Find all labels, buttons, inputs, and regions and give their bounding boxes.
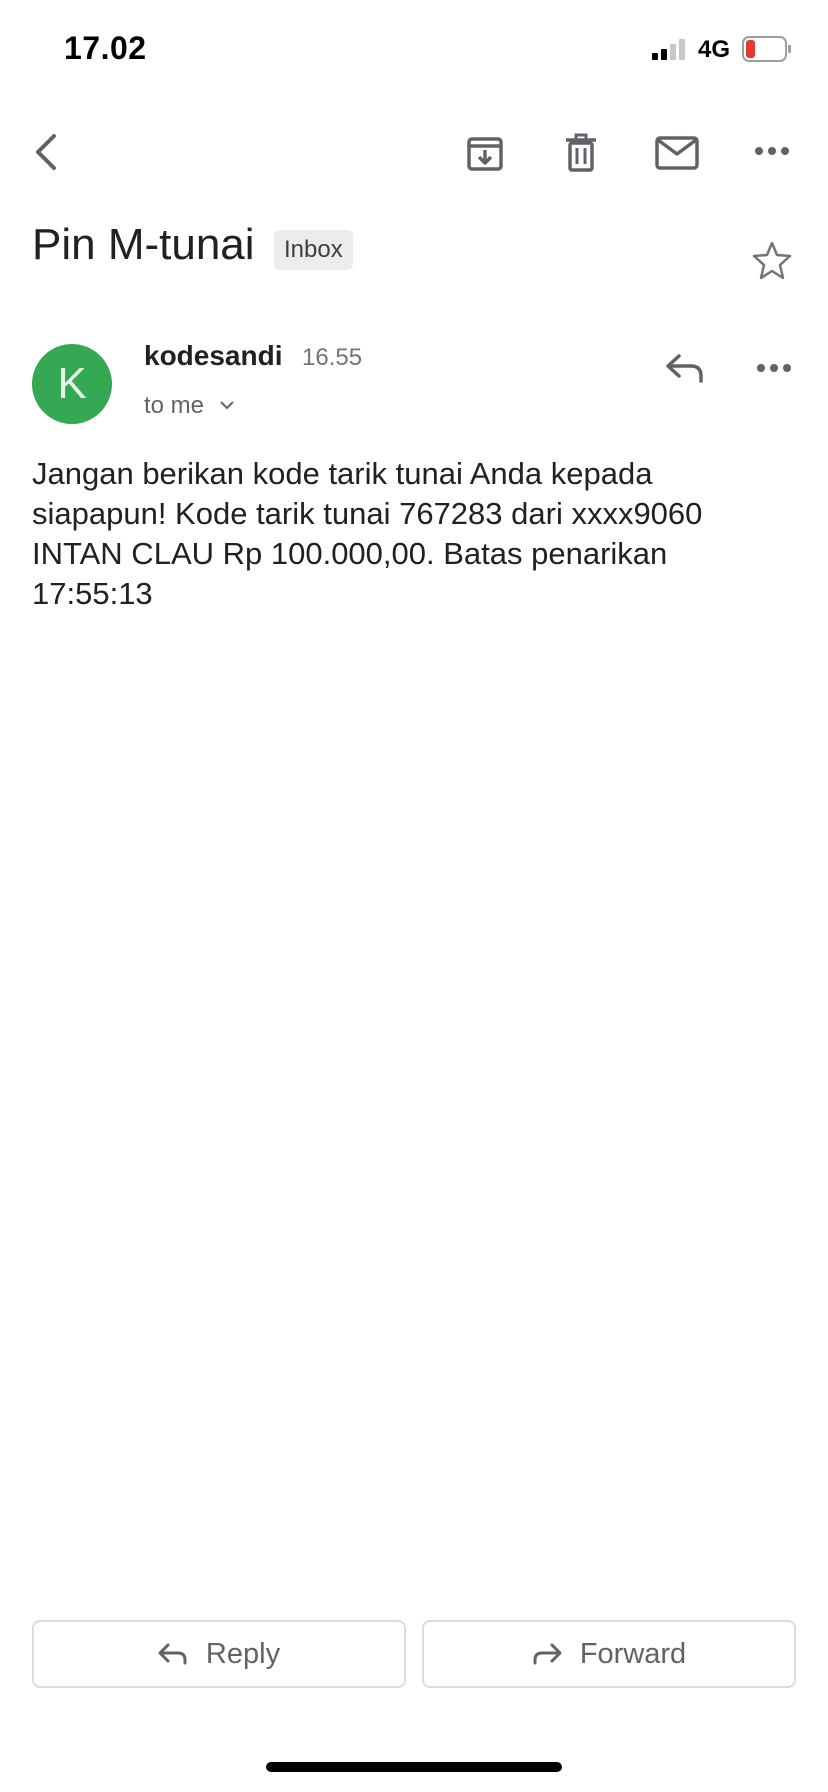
signal-icon <box>652 39 685 60</box>
message-more-button[interactable] <box>754 354 794 382</box>
reply-icon <box>158 1643 187 1665</box>
more-icon <box>755 147 789 155</box>
network-type: 4G <box>698 36 731 63</box>
sender-name[interactable]: kodesandi <box>144 340 282 372</box>
email-time: 16.55 <box>302 344 363 371</box>
email-body: Jangan berikan kode tarik tunai Anda kep… <box>32 456 703 611</box>
trash-icon <box>566 133 596 172</box>
back-button[interactable] <box>24 124 70 180</box>
mark-unread-button[interactable] <box>652 130 702 176</box>
archive-icon <box>467 137 503 171</box>
forward-icon <box>533 1643 562 1665</box>
star-button[interactable] <box>748 236 796 284</box>
avatar[interactable]: K <box>32 344 112 424</box>
status-time: 17.02 <box>64 30 147 66</box>
home-indicator[interactable] <box>266 1762 562 1772</box>
reply-quick-button[interactable] <box>662 350 708 386</box>
more-options-button[interactable] <box>748 136 796 166</box>
forward-label: Forward <box>579 1637 687 1670</box>
email-subject: Pin M-tunai <box>32 220 255 269</box>
forward-button[interactable]: Forward <box>422 1620 796 1688</box>
recipient-details[interactable]: to me <box>144 392 204 420</box>
delete-button[interactable] <box>556 128 606 178</box>
reply-icon <box>666 354 703 383</box>
inbox-label[interactable]: Inbox <box>274 230 353 270</box>
mail-icon <box>655 136 699 170</box>
reply-label: Reply <box>205 1637 281 1670</box>
archive-button[interactable] <box>460 128 510 178</box>
star-icon <box>752 241 792 280</box>
more-icon <box>757 364 791 372</box>
battery-icon <box>742 36 791 62</box>
back-icon <box>36 134 56 170</box>
chevron-down-icon[interactable] <box>218 398 236 412</box>
reply-button[interactable]: Reply <box>32 1620 406 1688</box>
